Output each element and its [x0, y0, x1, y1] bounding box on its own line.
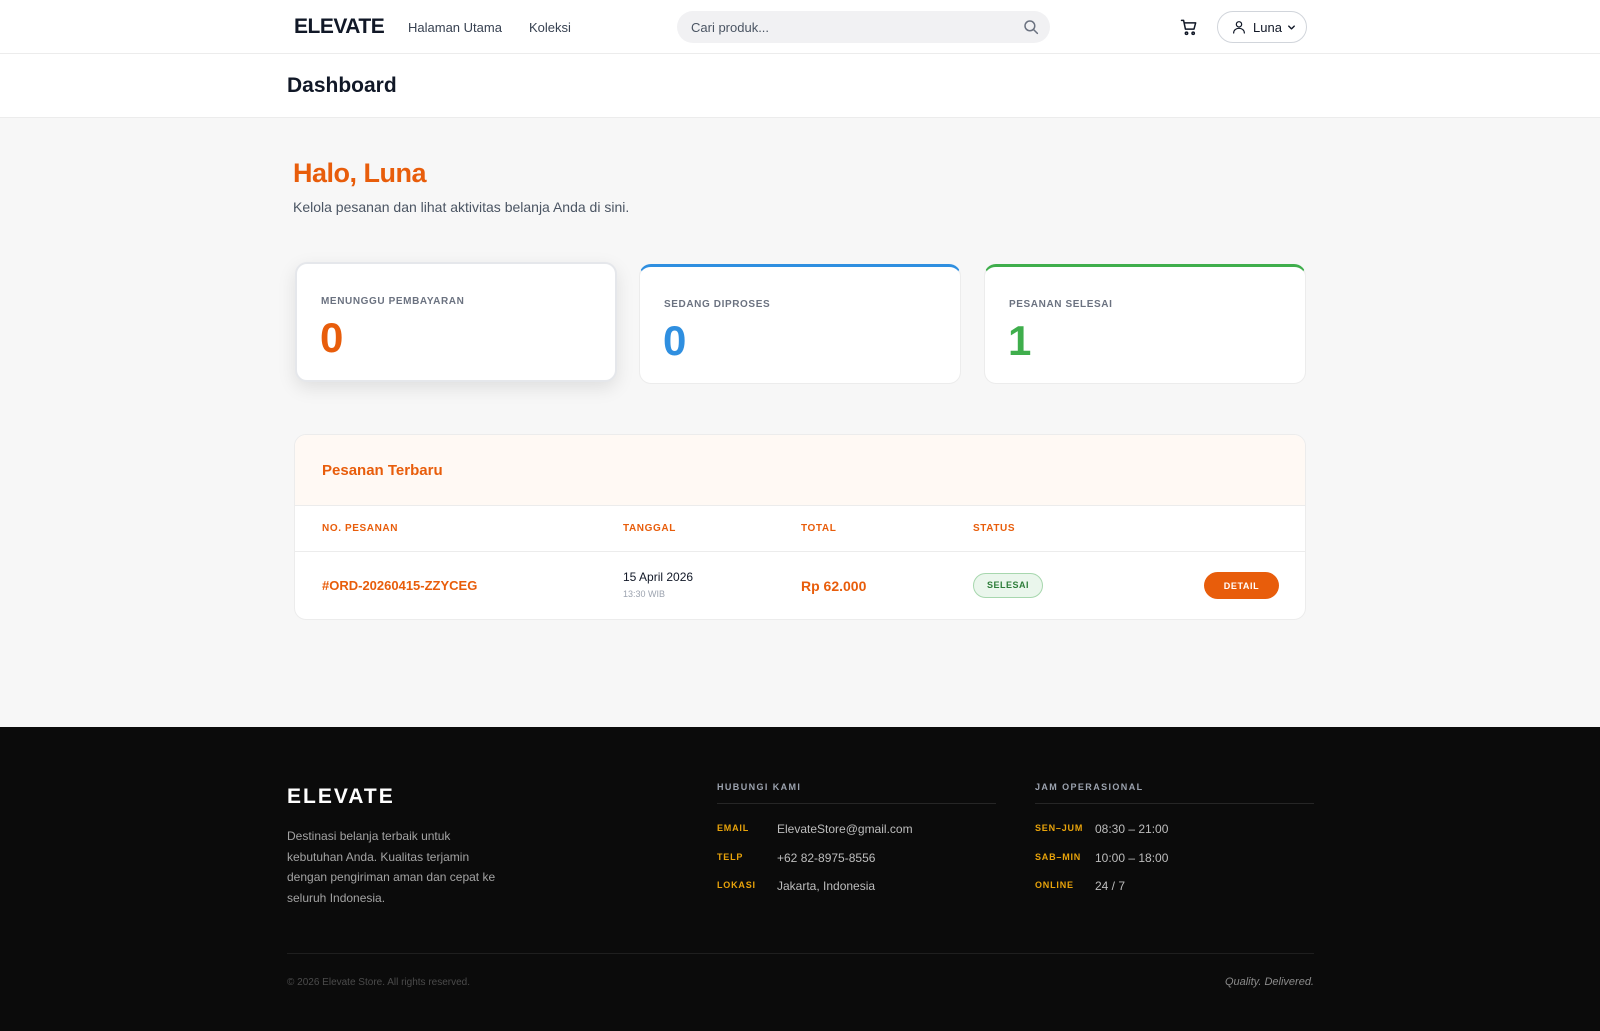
column-header-status: STATUS — [973, 523, 1016, 534]
column-header-order-no: NO. PESANAN — [322, 523, 399, 534]
user-name: Luna — [1253, 20, 1282, 35]
search-input[interactable] — [691, 11, 1011, 43]
footer-contact-title: HUBUNGI KAMI — [717, 782, 802, 792]
stat-card-completed[interactable]: PESANAN SELESAI 1 — [984, 264, 1306, 384]
nav-home-link[interactable]: Halaman Utama — [408, 20, 502, 35]
order-number-link[interactable]: #ORD-20260415-ZZYCEG — [322, 578, 477, 593]
footer-brand: ELEVATE — [287, 785, 395, 808]
order-time: 13:30 WIB — [623, 589, 666, 599]
footer-hours-divider — [1035, 803, 1314, 804]
detail-button[interactable]: DETAIL — [1204, 572, 1279, 599]
stat-value: 0 — [663, 317, 687, 364]
footer-contact-key: TELP — [717, 852, 744, 862]
footer-hours-key: SEN–JUM — [1035, 823, 1084, 833]
footer-hours-key: SAB–MIN — [1035, 852, 1082, 862]
stat-label: SEDANG DIPROSES — [664, 299, 771, 310]
footer-hours-title: JAM OPERASIONAL — [1035, 782, 1144, 792]
column-header-date: TANGGAL — [623, 523, 676, 534]
footer-copyright: © 2026 Elevate Store. All rights reserve… — [287, 977, 471, 988]
table-divider — [295, 551, 1305, 552]
footer-contact-divider — [717, 803, 996, 804]
order-date: 15 April 2026 — [623, 570, 694, 584]
top-navbar: ELEVATE Halaman Utama Koleksi Luna — [0, 0, 1600, 54]
column-header-total: TOTAL — [801, 523, 837, 534]
stat-label: MENUNGGU PEMBAYARAN — [321, 296, 465, 307]
footer-hours-key: ONLINE — [1035, 880, 1074, 890]
search-bar — [677, 11, 1050, 43]
footer-contact-key: LOKASI — [717, 880, 756, 890]
stat-card-awaiting-payment[interactable]: MENUNGGU PEMBAYARAN 0 — [295, 262, 617, 382]
search-icon[interactable] — [1022, 18, 1040, 36]
footer-phone-link[interactable]: +62 82-8975-8556 — [777, 851, 875, 865]
greeting-title: Halo, Luna — [293, 158, 427, 188]
status-badge: SELESAI — [973, 573, 1043, 598]
footer-location: Jakarta, Indonesia — [777, 879, 876, 893]
footer-email-link[interactable]: ElevateStore@gmail.com — [777, 822, 913, 836]
footer-tagline: Quality. Delivered. — [1224, 976, 1314, 988]
page-title-band: Dashboard — [0, 54, 1600, 118]
footer-bottom-divider — [287, 953, 1314, 954]
footer-hours-value: 08:30 – 21:00 — [1095, 822, 1169, 836]
footer-contact-key: EMAIL — [717, 823, 749, 833]
brand-logo[interactable]: ELEVATE — [294, 15, 385, 39]
recent-orders-title: Pesanan Terbaru — [322, 462, 443, 479]
user-icon — [1233, 21, 1245, 34]
cart-icon[interactable] — [1179, 17, 1199, 37]
stat-card-processing[interactable]: SEDANG DIPROSES 0 — [639, 264, 961, 384]
stat-value: 0 — [320, 314, 344, 361]
footer-description: Destinasi belanja terbaik untuk kebutuha… — [287, 829, 496, 905]
user-menu-button[interactable]: Luna — [1217, 11, 1307, 43]
page-title: Dashboard — [287, 74, 397, 97]
footer-hours-value: 24 / 7 — [1095, 879, 1126, 893]
site-footer: ELEVATE Destinasi belanja terbaik untuk … — [0, 727, 1600, 1031]
stat-label: PESANAN SELESAI — [1009, 299, 1113, 310]
chevron-down-icon — [1288, 25, 1295, 30]
greeting-subtitle: Kelola pesanan dan lihat aktivitas belan… — [293, 199, 630, 215]
stat-value: 1 — [1008, 317, 1032, 364]
footer-hours-value: 10:00 – 18:00 — [1095, 851, 1169, 865]
order-total: Rp 62.000 — [801, 578, 867, 594]
recent-orders-header: Pesanan Terbaru — [295, 435, 1305, 506]
recent-orders-panel: Pesanan Terbaru NO. PESANAN TANGGAL TOTA… — [294, 434, 1306, 620]
nav-collection-link[interactable]: Koleksi — [529, 20, 571, 35]
